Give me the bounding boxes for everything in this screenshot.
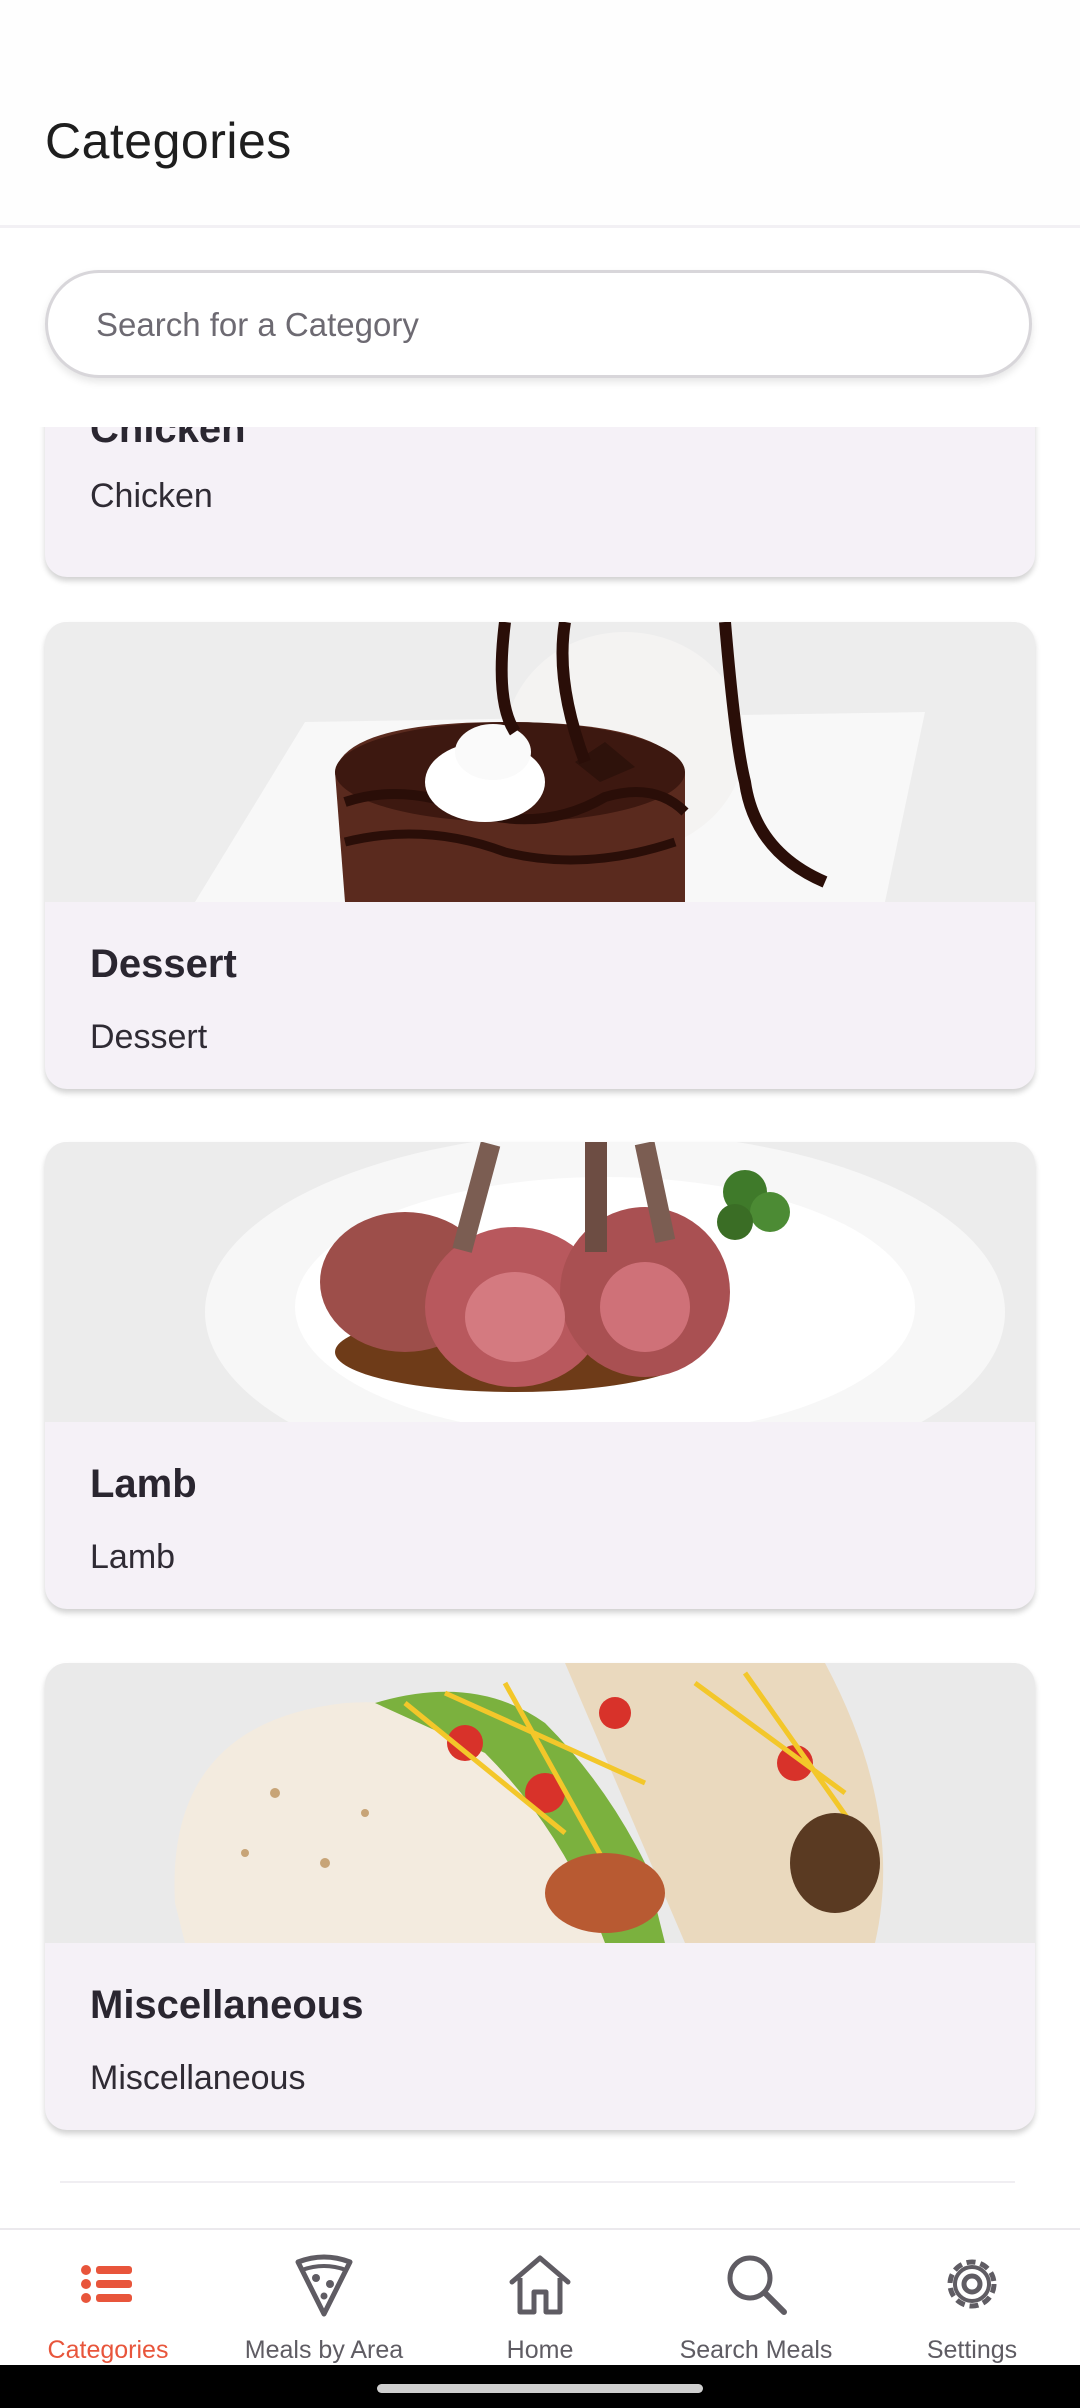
category-card-dessert[interactable]: Dessert Dessert (45, 622, 1035, 1089)
tacos-image (45, 1663, 1035, 1943)
pizza-slice-icon (295, 2254, 353, 2317)
nav-label: Meals by Area (244, 2336, 404, 2364)
category-title: Dessert (90, 942, 237, 986)
nav-search-meals[interactable]: Search Meals (648, 2230, 864, 2365)
category-description: Lamb (90, 1538, 176, 1576)
nav-label: Categories (47, 2336, 169, 2364)
nav-label: Home (506, 2336, 574, 2364)
lamb-image (45, 1142, 1035, 1422)
category-description: Chicken (90, 477, 213, 515)
nav-label: Settings (926, 2336, 1018, 2364)
category-card-chicken[interactable]: Chicken Chicken (45, 427, 1035, 577)
category-title: Miscellaneous (90, 1983, 364, 2027)
search-icon (727, 2255, 787, 2315)
bottom-navigation: Categories Meals by Area Home Search Mea… (0, 2228, 1080, 2365)
nav-meals-by-area[interactable]: Meals by Area (216, 2230, 432, 2365)
list-icon (81, 2265, 132, 2303)
nav-home[interactable]: Home (432, 2230, 648, 2365)
dessert-image (45, 622, 1035, 902)
category-description: Miscellaneous (90, 2059, 306, 2097)
page-title: Categories (45, 113, 292, 169)
gesture-handle[interactable] (377, 2384, 703, 2393)
category-description: Dessert (90, 1018, 208, 1056)
home-icon (509, 2255, 571, 2315)
category-card-lamb[interactable]: Lamb Lamb (45, 1142, 1035, 1609)
category-title: Chicken (90, 427, 246, 451)
search-bar[interactable] (45, 270, 1032, 378)
nav-label: Search Meals (679, 2336, 833, 2364)
category-title: Lamb (90, 1462, 197, 1506)
category-card-miscellaneous[interactable]: Miscellaneous Miscellaneous (45, 1663, 1035, 2130)
gear-icon (947, 2259, 997, 2309)
search-input[interactable] (94, 273, 978, 377)
category-list[interactable]: Chicken Chicken Dessert Dessert Lamb Lam… (0, 427, 1080, 2227)
nav-settings[interactable]: Settings (864, 2230, 1080, 2365)
app-bar: Categories (0, 0, 1080, 228)
nav-categories[interactable]: Categories (0, 2230, 216, 2365)
divider (60, 2181, 1015, 2183)
